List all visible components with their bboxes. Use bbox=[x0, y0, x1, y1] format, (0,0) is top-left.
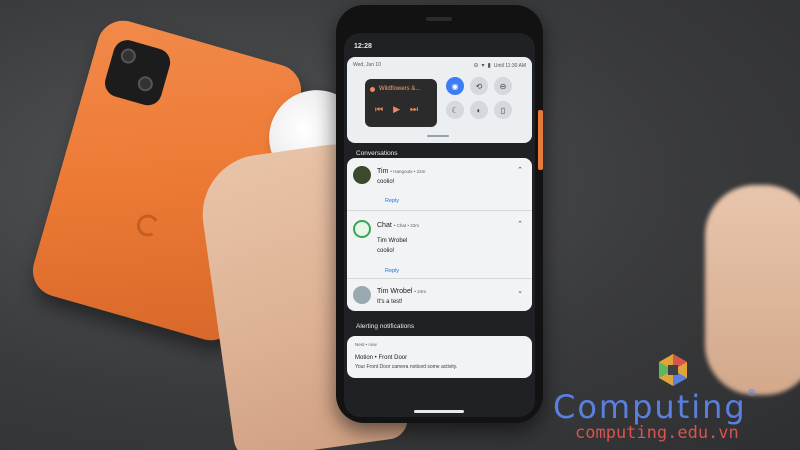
alarm-text: Until 11:30 AM bbox=[493, 62, 526, 69]
notification-app: Nest • now bbox=[355, 342, 377, 347]
conversation-message: coolio! bbox=[377, 248, 395, 254]
qs-date: Wed, Jun 10 bbox=[353, 62, 381, 68]
conversation-sender: Tim Wrobel • 24m bbox=[377, 288, 426, 295]
battery-saver-tile-icon[interactable]: ▯ bbox=[494, 101, 512, 119]
dark-theme-tile-icon[interactable]: ◐ bbox=[470, 101, 488, 119]
phone-edge bbox=[538, 110, 543, 170]
avatar bbox=[353, 166, 371, 184]
chevron-up-icon[interactable]: ⌃ bbox=[517, 220, 523, 228]
computing-logo-icon bbox=[659, 354, 687, 386]
camera-lens bbox=[136, 74, 155, 94]
qs-status: ⊖ ▾ ▮ Until 11:30 AM bbox=[473, 62, 526, 70]
media-app-icon bbox=[370, 87, 375, 92]
camera-lens bbox=[119, 46, 138, 66]
drag-handle[interactable] bbox=[427, 135, 449, 137]
chat-app-icon bbox=[353, 220, 371, 238]
conversation-message: coolio! bbox=[377, 179, 395, 185]
next-icon[interactable]: ⏭ bbox=[410, 104, 418, 115]
phone-speaker bbox=[426, 17, 452, 21]
previous-icon[interactable]: ⏮ bbox=[375, 104, 383, 115]
status-time: 12:28 bbox=[354, 43, 372, 50]
media-title: Wildflowers &... bbox=[379, 86, 421, 92]
alerting-header: Alerting notifications bbox=[356, 323, 415, 330]
divider bbox=[347, 278, 532, 279]
media-player[interactable]: Wildflowers &... ⏮ ▶ ⏭ bbox=[365, 79, 437, 127]
phone: 12:28 Wed, Jun 10 ⊖ ▾ ▮ Until 11:30 AM W… bbox=[336, 5, 543, 423]
night-mode-tile-icon[interactable]: ☾ bbox=[446, 101, 464, 119]
play-icon[interactable]: ▶ bbox=[393, 104, 400, 115]
conversations-header: Conversations bbox=[356, 150, 398, 157]
phone-screen: 12:28 Wed, Jun 10 ⊖ ▾ ▮ Until 11:30 AM W… bbox=[344, 33, 535, 417]
media-controls: ⏮ ▶ ⏭ bbox=[375, 104, 418, 115]
gesture-nav-bar[interactable] bbox=[414, 410, 464, 413]
google-logo-icon bbox=[134, 211, 162, 240]
nest-notification[interactable]: Nest • now Motion • Front Door Your Fron… bbox=[347, 336, 532, 378]
avatar bbox=[353, 286, 371, 304]
conversations-card: Tim • Hangouts • 22m coolio! Reply ⌃ Chat… bbox=[347, 158, 532, 311]
wifi-tile-icon[interactable]: ◉ bbox=[446, 77, 464, 95]
reply-button[interactable]: Reply bbox=[385, 268, 399, 274]
dnd-tile-icon[interactable]: ⊖ bbox=[494, 77, 512, 95]
photo-scene: 12:28 Wed, Jun 10 ⊖ ▾ ▮ Until 11:30 AM W… bbox=[0, 0, 800, 450]
chevron-up-icon[interactable]: ⌃ bbox=[517, 166, 523, 174]
blurred-hand bbox=[705, 185, 800, 395]
divider bbox=[347, 210, 532, 211]
dnd-icon: ⊖ bbox=[473, 63, 479, 69]
conversation-sender: Tim • Hangouts • 22m bbox=[377, 168, 426, 175]
notification-title: Motion • Front Door bbox=[355, 355, 408, 361]
quick-tiles: ◉ ⟲ ⊖ ☾ ◐ ▯ bbox=[446, 77, 512, 119]
watermark-url: computing.edu.vn bbox=[575, 423, 739, 443]
conversation-message: It's a test! bbox=[377, 299, 403, 305]
camera-module bbox=[101, 36, 174, 109]
battery-icon: ▮ bbox=[487, 63, 491, 69]
reply-button[interactable]: Reply bbox=[385, 198, 399, 204]
conversation-sender: Chat • Chat • 22m bbox=[377, 222, 419, 229]
wifi-icon: ▾ bbox=[481, 63, 485, 69]
quick-settings-panel[interactable]: Wed, Jun 10 ⊖ ▾ ▮ Until 11:30 AM Wildflo… bbox=[347, 57, 532, 143]
watermark-brand: Computing® bbox=[553, 388, 759, 426]
chevron-down-icon[interactable]: ⌄ bbox=[517, 287, 523, 295]
rotate-tile-icon[interactable]: ⟲ bbox=[470, 77, 488, 95]
conversation-subsender: Tim Wrobel bbox=[377, 238, 408, 244]
notification-text: Your Front Door camera noticed some acti… bbox=[355, 364, 458, 370]
